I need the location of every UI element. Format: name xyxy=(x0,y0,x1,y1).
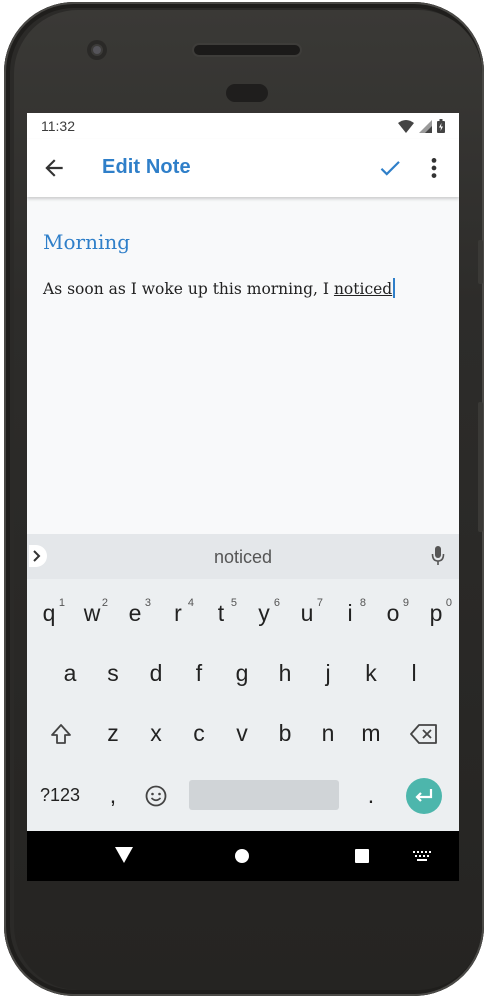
nav-home-icon[interactable] xyxy=(235,849,249,863)
note-body-field[interactable]: As soon as I woke up this morning, I not… xyxy=(43,278,396,298)
nav-bar xyxy=(27,831,459,881)
key-f[interactable]: f xyxy=(179,648,219,698)
proximity-sensor xyxy=(226,84,268,102)
key-h[interactable]: h xyxy=(265,648,305,698)
backspace-icon xyxy=(410,724,437,744)
emoji-icon xyxy=(145,785,167,807)
key-r[interactable]: r4 xyxy=(158,588,198,638)
key-g[interactable]: g xyxy=(222,648,262,698)
enter-key[interactable] xyxy=(406,778,442,814)
emoji-key[interactable] xyxy=(136,770,176,820)
nav-recents-icon[interactable] xyxy=(355,849,369,863)
space-bar[interactable] xyxy=(189,780,339,810)
key-s[interactable]: s xyxy=(93,648,133,698)
key-q[interactable]: q1 xyxy=(29,588,69,638)
key-n[interactable]: n xyxy=(308,708,348,758)
key-m[interactable]: m xyxy=(351,708,391,758)
period-key[interactable]: . xyxy=(351,770,391,820)
key-a[interactable]: a xyxy=(50,648,90,698)
keyboard-switch-icon[interactable] xyxy=(413,851,431,861)
key-i[interactable]: i8 xyxy=(330,588,370,638)
shift-key[interactable] xyxy=(41,708,81,758)
key-b[interactable]: b xyxy=(265,708,305,758)
note-title-field[interactable]: Morning xyxy=(43,230,130,254)
status-icons xyxy=(398,119,445,133)
comma-key[interactable]: , xyxy=(93,770,133,820)
back-arrow-icon[interactable] xyxy=(41,155,67,181)
text-cursor xyxy=(393,278,396,298)
backspace-key[interactable] xyxy=(404,708,444,758)
key-e[interactable]: e3 xyxy=(115,588,155,638)
key-k[interactable]: k xyxy=(351,648,391,698)
key-p[interactable]: p0 xyxy=(416,588,456,638)
key-j[interactable]: j xyxy=(308,648,348,698)
note-body-text: As soon as I woke up this morning, I xyxy=(43,280,334,298)
battery-icon xyxy=(437,119,445,133)
key-y[interactable]: y6 xyxy=(244,588,284,638)
keyboard: noticed q1 w2 e3 r4 t5 y6 u7 i8 o9 p0 a … xyxy=(27,534,459,831)
key-o[interactable]: o9 xyxy=(373,588,413,638)
key-v[interactable]: v xyxy=(222,708,262,758)
front-camera xyxy=(87,40,107,60)
shift-icon xyxy=(51,724,71,744)
power-button xyxy=(478,240,483,284)
key-x[interactable]: x xyxy=(136,708,176,758)
earpiece-speaker xyxy=(194,45,300,55)
microphone-icon[interactable] xyxy=(431,545,445,567)
symbols-key[interactable]: ?123 xyxy=(35,770,85,820)
key-z[interactable]: z xyxy=(93,708,133,758)
nav-back-icon[interactable] xyxy=(115,847,133,865)
save-check-icon[interactable] xyxy=(377,155,403,181)
key-u[interactable]: u7 xyxy=(287,588,327,638)
key-d[interactable]: d xyxy=(136,648,176,698)
more-options-icon[interactable] xyxy=(425,155,443,181)
status-time: 11:32 xyxy=(41,118,75,134)
volume-button xyxy=(478,402,483,532)
key-l[interactable]: l xyxy=(394,648,434,698)
status-bar: 11:32 xyxy=(27,113,459,139)
note-body-composing-word: noticed xyxy=(333,280,393,298)
suggestion-strip: noticed xyxy=(27,534,459,579)
key-t[interactable]: t5 xyxy=(201,588,241,638)
screen: 11:32 Edit Note Morning As soon as I wok… xyxy=(27,113,459,881)
app-bar: Edit Note xyxy=(27,139,459,197)
page-title: Edit Note xyxy=(102,156,191,178)
key-w[interactable]: w2 xyxy=(72,588,112,638)
key-c[interactable]: c xyxy=(179,708,219,758)
wifi-icon xyxy=(398,119,414,133)
signal-icon xyxy=(419,119,432,133)
enter-icon xyxy=(415,789,433,802)
suggestion-word[interactable]: noticed xyxy=(27,547,459,568)
